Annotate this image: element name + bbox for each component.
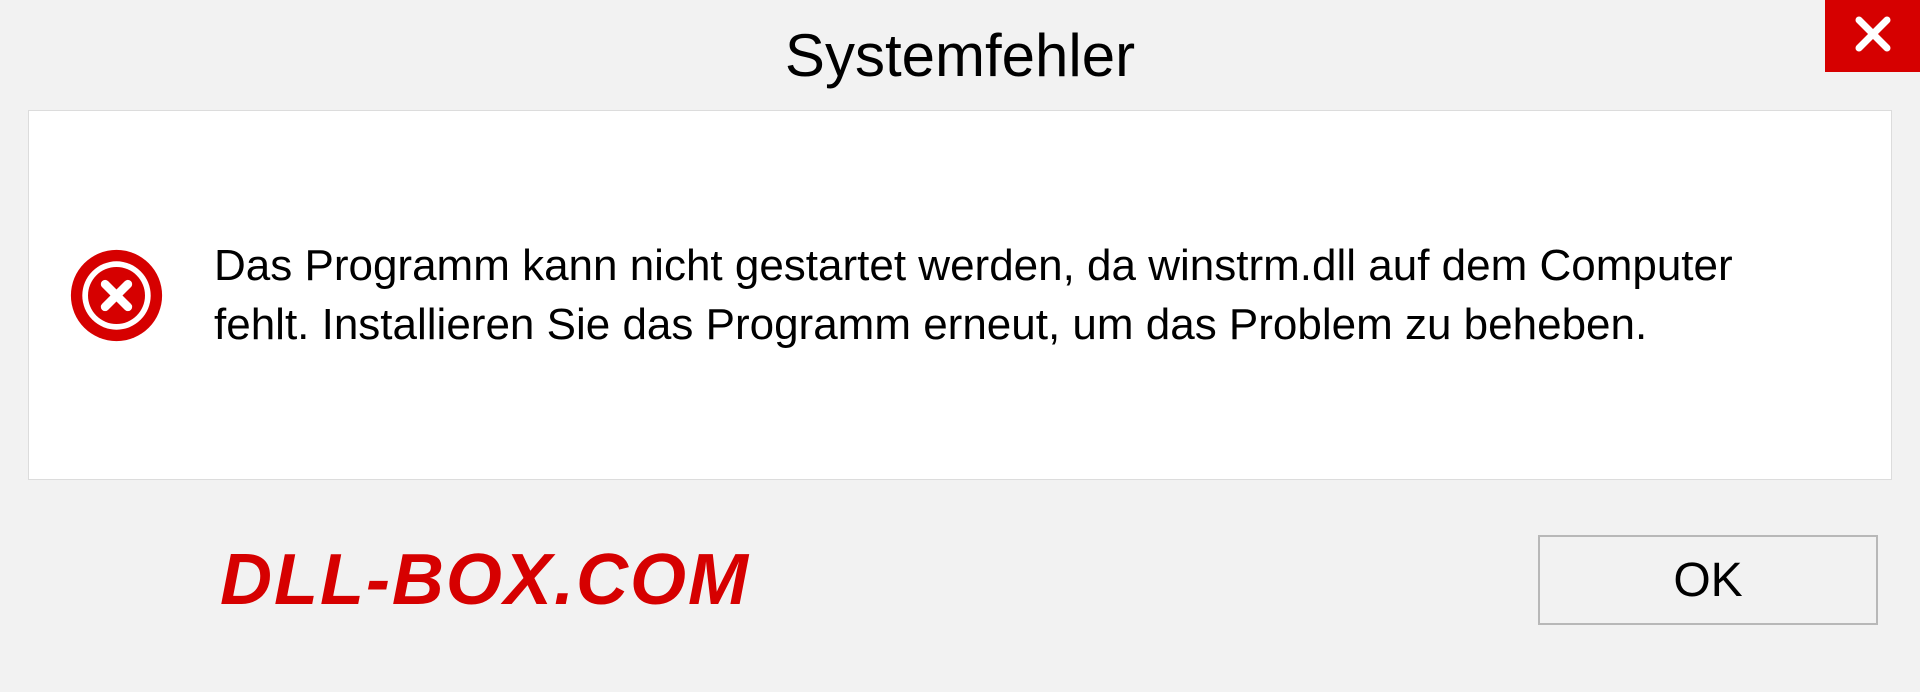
- error-dialog: Systemfehler Das Programm kann nic: [0, 0, 1920, 692]
- ok-button[interactable]: OK: [1538, 535, 1878, 625]
- content-panel: Das Programm kann nicht gestartet werden…: [28, 110, 1892, 480]
- watermark-text: DLL-BOX.COM: [220, 539, 750, 621]
- error-icon: [69, 248, 164, 343]
- dialog-title: Systemfehler: [785, 21, 1135, 90]
- close-button[interactable]: [1825, 0, 1920, 72]
- error-message: Das Programm kann nicht gestartet werden…: [214, 236, 1734, 355]
- close-icon: [1852, 13, 1894, 60]
- titlebar: Systemfehler: [0, 0, 1920, 110]
- footer: DLL-BOX.COM OK: [0, 480, 1920, 680]
